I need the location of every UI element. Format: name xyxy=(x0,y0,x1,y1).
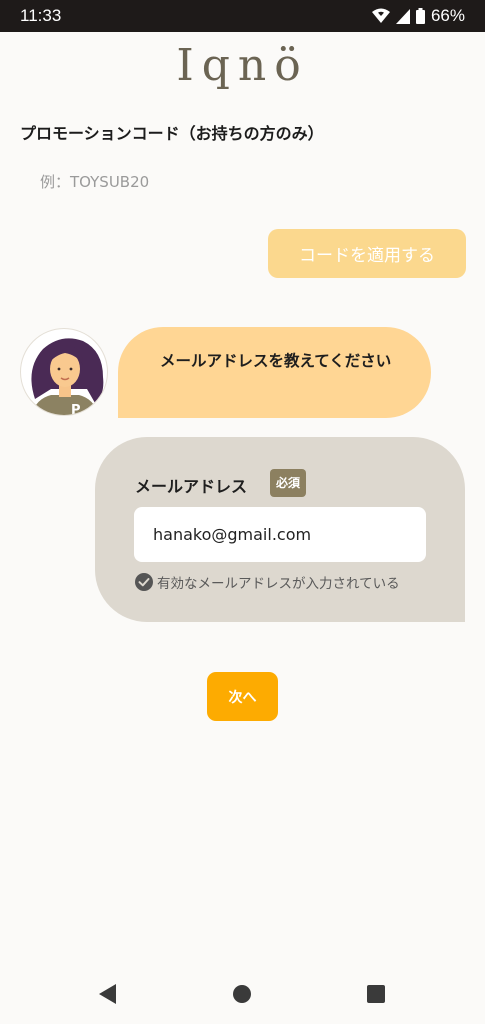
avatar: P xyxy=(20,328,108,416)
email-form-card: メールアドレス 必須 有効なメールアドレスが入力されている xyxy=(95,437,465,622)
battery-icon xyxy=(415,8,425,24)
promo-code-title: プロモーションコード（お持ちの方のみ） xyxy=(20,124,324,143)
back-icon[interactable] xyxy=(96,982,120,1006)
app-logo: Iqnö xyxy=(176,40,309,91)
validation-row: 有効なメールアドレスが入力されている xyxy=(135,572,400,592)
check-circle-icon xyxy=(135,573,153,591)
home-icon[interactable] xyxy=(232,984,252,1004)
system-nav-bar xyxy=(0,960,485,1024)
apply-code-button[interactable]: コードを適用する xyxy=(268,229,466,278)
status-bar: 11:33 66% xyxy=(0,0,485,32)
wifi-icon xyxy=(371,8,390,23)
validation-message: 有効なメールアドレスが入力されている xyxy=(157,576,400,592)
status-icons: 66% xyxy=(371,6,465,26)
email-field-label: メールアドレス xyxy=(135,477,248,496)
cell-signal-icon xyxy=(395,8,410,24)
avatar-woman-icon: P xyxy=(31,338,104,416)
required-badge: 必須 xyxy=(270,469,307,497)
svg-text:P: P xyxy=(71,403,81,416)
battery-percent: 66% xyxy=(430,6,465,25)
next-button[interactable]: 次へ xyxy=(207,672,278,721)
email-field[interactable] xyxy=(134,507,426,562)
promo-code-input[interactable] xyxy=(20,160,465,204)
recents-icon[interactable] xyxy=(366,984,386,1004)
status-time: 11:33 xyxy=(20,6,62,25)
bot-message-bubble: メールアドレスを教えてください xyxy=(118,327,431,418)
